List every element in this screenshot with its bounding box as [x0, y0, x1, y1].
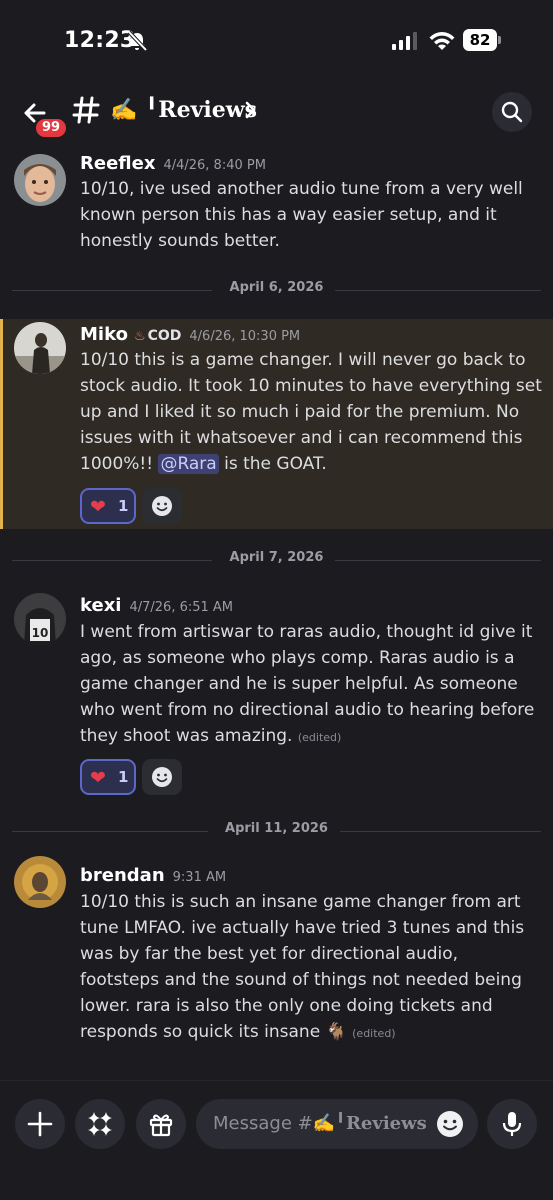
cellular-signal-icon: [392, 32, 417, 50]
message-timestamp: 4/6/26, 10:30 PM: [189, 329, 301, 344]
date-divider-label: April 11, 2026: [213, 821, 340, 836]
status-bar: 12:23 82: [0, 0, 553, 82]
composer-bar: Message #✍️╹Reviews: [0, 1080, 553, 1200]
bell-muted-icon: [127, 30, 148, 52]
battery-level: 82: [463, 29, 497, 51]
message-text: 10/10 this is a game changer. I will nev…: [80, 350, 542, 474]
avatar[interactable]: [14, 856, 66, 908]
add-reaction-button[interactable]: [142, 488, 182, 524]
message-header: Miko ♨ COD 4/6/26, 10:30 PM: [80, 324, 300, 345]
unread-badge: 99: [34, 117, 68, 139]
username[interactable]: Reeflex: [80, 153, 155, 174]
smile-add-icon: [152, 496, 172, 516]
heart-icon: ❤: [90, 767, 106, 789]
add-reaction-button[interactable]: [142, 759, 182, 795]
date-divider: April 7, 2026: [12, 550, 541, 570]
message-header: Reeflex 4/4/26, 8:40 PM: [80, 153, 266, 174]
search-icon: [501, 101, 523, 123]
chevron-right-icon[interactable]: [244, 101, 258, 119]
battery-icon: 82: [463, 29, 501, 51]
message-timestamp: 4/7/26, 6:51 AM: [129, 600, 234, 615]
message-timestamp: 9:31 AM: [172, 870, 227, 885]
edited-label: (edited): [352, 1027, 396, 1040]
username[interactable]: kexi: [80, 595, 121, 616]
role-tag[interactable]: ♨ COD: [134, 328, 181, 344]
avatar[interactable]: [14, 322, 66, 374]
username[interactable]: brendan: [80, 865, 165, 886]
message-header: brendan 9:31 AM: [80, 865, 226, 886]
reaction-count: 1: [118, 768, 129, 786]
microphone-icon: [502, 1112, 522, 1136]
edited-label: (edited): [297, 731, 342, 744]
emoji-icon[interactable]: [436, 1110, 464, 1138]
message-placeholder: Message #✍️╹Reviews: [213, 1113, 427, 1134]
apps-button[interactable]: [75, 1099, 125, 1149]
add-attachment-button[interactable]: [15, 1099, 65, 1149]
reaction-count: 1: [118, 497, 129, 515]
user-mention[interactable]: @Rara: [158, 454, 219, 474]
channel-hash-icon: [72, 96, 100, 124]
heart-reaction[interactable]: ❤ 1: [80, 759, 136, 795]
svg-text:10: 10: [32, 626, 49, 640]
flame-icon: ♨: [133, 329, 146, 344]
voice-message-button[interactable]: [487, 1099, 537, 1149]
sparkle-apps-icon: [88, 1112, 112, 1136]
wifi-icon: [429, 32, 455, 50]
message-text: 10/10 this is such an insane game change…: [80, 892, 525, 1042]
channel-title[interactable]: ✍️ ╹Reviews: [110, 97, 257, 123]
search-button[interactable]: [492, 92, 532, 132]
status-time: 12:23: [64, 28, 136, 53]
channel-header: 99 ✍️ ╹Reviews: [0, 82, 553, 142]
smile-add-icon: [152, 767, 172, 787]
message-text: 10/10, ive used another audio tune from …: [80, 179, 523, 251]
message-timestamp: 4/4/26, 8:40 PM: [163, 158, 266, 173]
avatar[interactable]: [14, 154, 66, 206]
date-divider: April 6, 2026: [12, 280, 541, 300]
gift-icon: [149, 1114, 173, 1137]
gift-button[interactable]: [136, 1099, 186, 1149]
message-text: I went from artiswar to raras audio, tho…: [80, 622, 535, 746]
date-divider-label: April 6, 2026: [217, 280, 336, 295]
username[interactable]: Miko: [80, 324, 128, 345]
heart-icon: ❤: [90, 496, 106, 518]
plus-icon: [27, 1111, 53, 1137]
message-input[interactable]: Message #✍️╹Reviews: [196, 1099, 478, 1149]
message-header: kexi 4/7/26, 6:51 AM: [80, 595, 233, 616]
date-divider-label: April 7, 2026: [217, 550, 336, 565]
avatar[interactable]: 10: [14, 593, 66, 645]
date-divider: April 11, 2026: [12, 821, 541, 841]
heart-reaction[interactable]: ❤ 1: [80, 488, 136, 524]
